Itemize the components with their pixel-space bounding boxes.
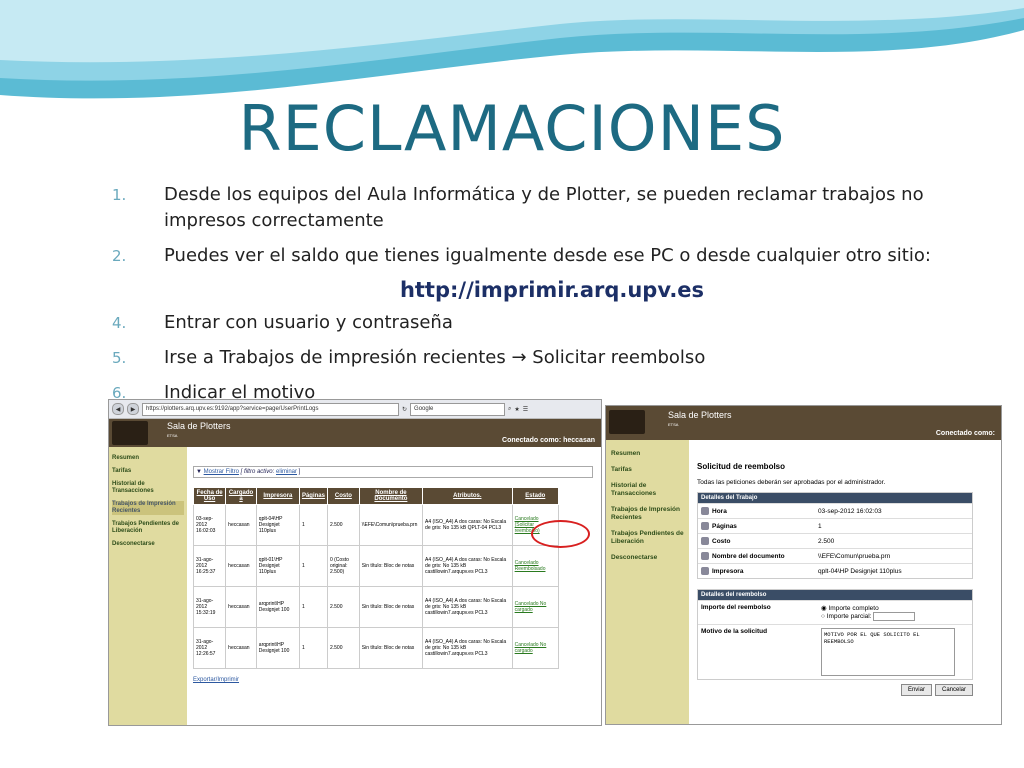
sidebar-item[interactable]: Trabajos Pendientes de Liberación bbox=[112, 521, 184, 535]
site-url[interactable]: http://imprimir.arq.upv.es bbox=[112, 278, 992, 302]
search-box[interactable]: Google bbox=[410, 402, 506, 416]
sidebar-item[interactable]: Historial de Transacciones bbox=[112, 481, 184, 495]
printer-icon bbox=[701, 567, 709, 575]
refund-amount-row: Importe del reembolso ◉ Importe completo… bbox=[698, 600, 972, 624]
table-row: 03-sep-2012 16:02:03 heccasan qplt-04\HP D… bbox=[192, 504, 560, 546]
list-item: 2. Puedes ver el saldo que tienes igualme… bbox=[112, 245, 931, 266]
connected-user: Conectado como: heccasan bbox=[502, 437, 595, 444]
form-buttons: Enviar Cancelar bbox=[697, 684, 973, 696]
refund-details: Detalles del reembolso Importe del reemb… bbox=[697, 589, 973, 680]
sidebar-item[interactable]: Desconectarse bbox=[112, 541, 184, 548]
reason-row: Motivo de la solicitud MOTIVO POR EL QUE… bbox=[698, 624, 972, 679]
app-header: Sala de Plotters ETSA Conectado como: hec… bbox=[109, 419, 601, 447]
slide-title: RECLAMACIONES bbox=[238, 92, 786, 165]
pages-icon bbox=[701, 522, 709, 530]
refund-request-screenshot: Sala de Plotters ETSA Conectado como: Res… bbox=[605, 405, 1002, 725]
approval-note: Todas las peticiones deberán ser aprobad… bbox=[697, 479, 886, 486]
detail-row: Páginas 1 bbox=[698, 518, 972, 533]
sidebar-item[interactable]: Tarifas bbox=[112, 468, 184, 475]
sidebar-item[interactable]: Resumen bbox=[611, 450, 684, 458]
filter-bar: ▼ Mostrar Filtro [ filtro activo: elimin… bbox=[193, 466, 593, 478]
export-print-link[interactable]: Exportar/Imprimir bbox=[193, 677, 593, 683]
cancel-button[interactable]: Cancelar bbox=[934, 684, 973, 696]
sidebar-item-recent-jobs[interactable]: Trabajos de Impresión Recientes bbox=[112, 501, 184, 515]
list-item: 5. Irse a Trabajos de impresión recientes… bbox=[112, 347, 706, 368]
reload-icon[interactable]: ↻ bbox=[402, 406, 407, 413]
table-row: 31-ago-2012 15:32:19 heccasan arqprint\HP … bbox=[192, 586, 560, 628]
logo bbox=[609, 410, 645, 434]
browser-toolbar: ◀ ▶ https://plotters.arq.upv.es:9192/app… bbox=[109, 400, 601, 419]
detail-row: Nombre del documento \\EFE\Comun\prueba.p… bbox=[698, 548, 972, 563]
print-jobs-table: Fecha de Uso Cargado a Impresora Páginas Cos… bbox=[192, 487, 560, 669]
main-content: Solicitud de reembolso Todas las peticio… bbox=[697, 462, 973, 696]
detail-row: Hora 03-sep-2012 16:02:03 bbox=[698, 503, 972, 518]
list-item: 4. Entrar con usuario y contraseña bbox=[112, 312, 453, 333]
sidebar: Resumen Tarifas Historial de Transaccion… bbox=[606, 440, 689, 724]
partial-amount-radio[interactable]: ○ bbox=[821, 613, 825, 620]
bookmark-icon[interactable]: ★ bbox=[514, 406, 519, 413]
clock-icon bbox=[701, 507, 709, 515]
sidebar-item[interactable]: Historial de Transacciones bbox=[611, 482, 684, 498]
search-icon[interactable]: ⌕ bbox=[508, 406, 511, 413]
sidebar: Resumen Tarifas Historial de Transaccion… bbox=[109, 447, 187, 725]
print-log-screenshot: ◀ ▶ https://plotters.arq.upv.es:9192/app… bbox=[108, 399, 602, 726]
connected-user: Conectado como: bbox=[935, 430, 995, 437]
detail-row: Costo 2.500 bbox=[698, 533, 972, 548]
sidebar-item[interactable]: Resumen bbox=[112, 455, 184, 462]
remove-filter-link[interactable]: eliminar bbox=[276, 469, 297, 475]
cost-icon bbox=[701, 537, 709, 545]
brand: Sala de Plotters ETSA bbox=[167, 421, 231, 438]
document-icon bbox=[701, 552, 709, 560]
back-icon[interactable]: ◀ bbox=[112, 403, 124, 415]
bullet-list: 1. Desde los equipos del Aula Informática… bbox=[112, 182, 992, 415]
sidebar-item[interactable]: Trabajos Pendientes de Liberación bbox=[611, 530, 684, 546]
app-header: Sala de Plotters ETSA Conectado como: bbox=[606, 406, 1001, 440]
main-content: ▼ Mostrar Filtro [ filtro activo: elimin… bbox=[192, 466, 593, 683]
table-row: 31-ago-2012 12:26:57 heccasan arqprint\HP … bbox=[192, 627, 560, 669]
sidebar-item[interactable]: Desconectarse bbox=[611, 554, 684, 562]
address-bar[interactable]: https://plotters.arq.upv.es:9192/app?ser… bbox=[142, 402, 399, 416]
menu-icon[interactable]: ☰ bbox=[523, 406, 528, 413]
brand: Sala de Plotters ETSA bbox=[668, 410, 732, 427]
partial-amount-input[interactable] bbox=[873, 612, 916, 621]
forward-icon[interactable]: ▶ bbox=[127, 403, 139, 415]
list-item: 1. Desde los equipos del Aula Informática… bbox=[112, 184, 924, 231]
job-details: Detalles del Trabajo Hora 03-sep-2012 16:… bbox=[697, 492, 973, 579]
sidebar-item[interactable]: Trabajos de Impresión Recientes bbox=[611, 506, 684, 522]
logo bbox=[112, 421, 148, 445]
reason-textarea[interactable]: MOTIVO POR EL QUE SOLICITO EL REEMBOLSO bbox=[821, 628, 955, 676]
table-row: 31-ago-2012 16:25:37 heccasan qplt-01\HP D… bbox=[192, 545, 560, 587]
sidebar-item[interactable]: Tarifas bbox=[611, 466, 684, 474]
detail-row: Impresora qplt-04\HP Designjet 110plus bbox=[698, 563, 972, 578]
page-title: Solicitud de reembolso bbox=[697, 462, 786, 471]
table-header: Fecha de Uso Cargado a Impresora Páginas Cos… bbox=[192, 487, 560, 505]
highlight-circle bbox=[531, 520, 590, 548]
send-button[interactable]: Enviar bbox=[900, 684, 932, 696]
show-filter-link[interactable]: Mostrar Filtro bbox=[204, 469, 239, 475]
full-amount-radio[interactable]: ◉ bbox=[821, 605, 827, 612]
